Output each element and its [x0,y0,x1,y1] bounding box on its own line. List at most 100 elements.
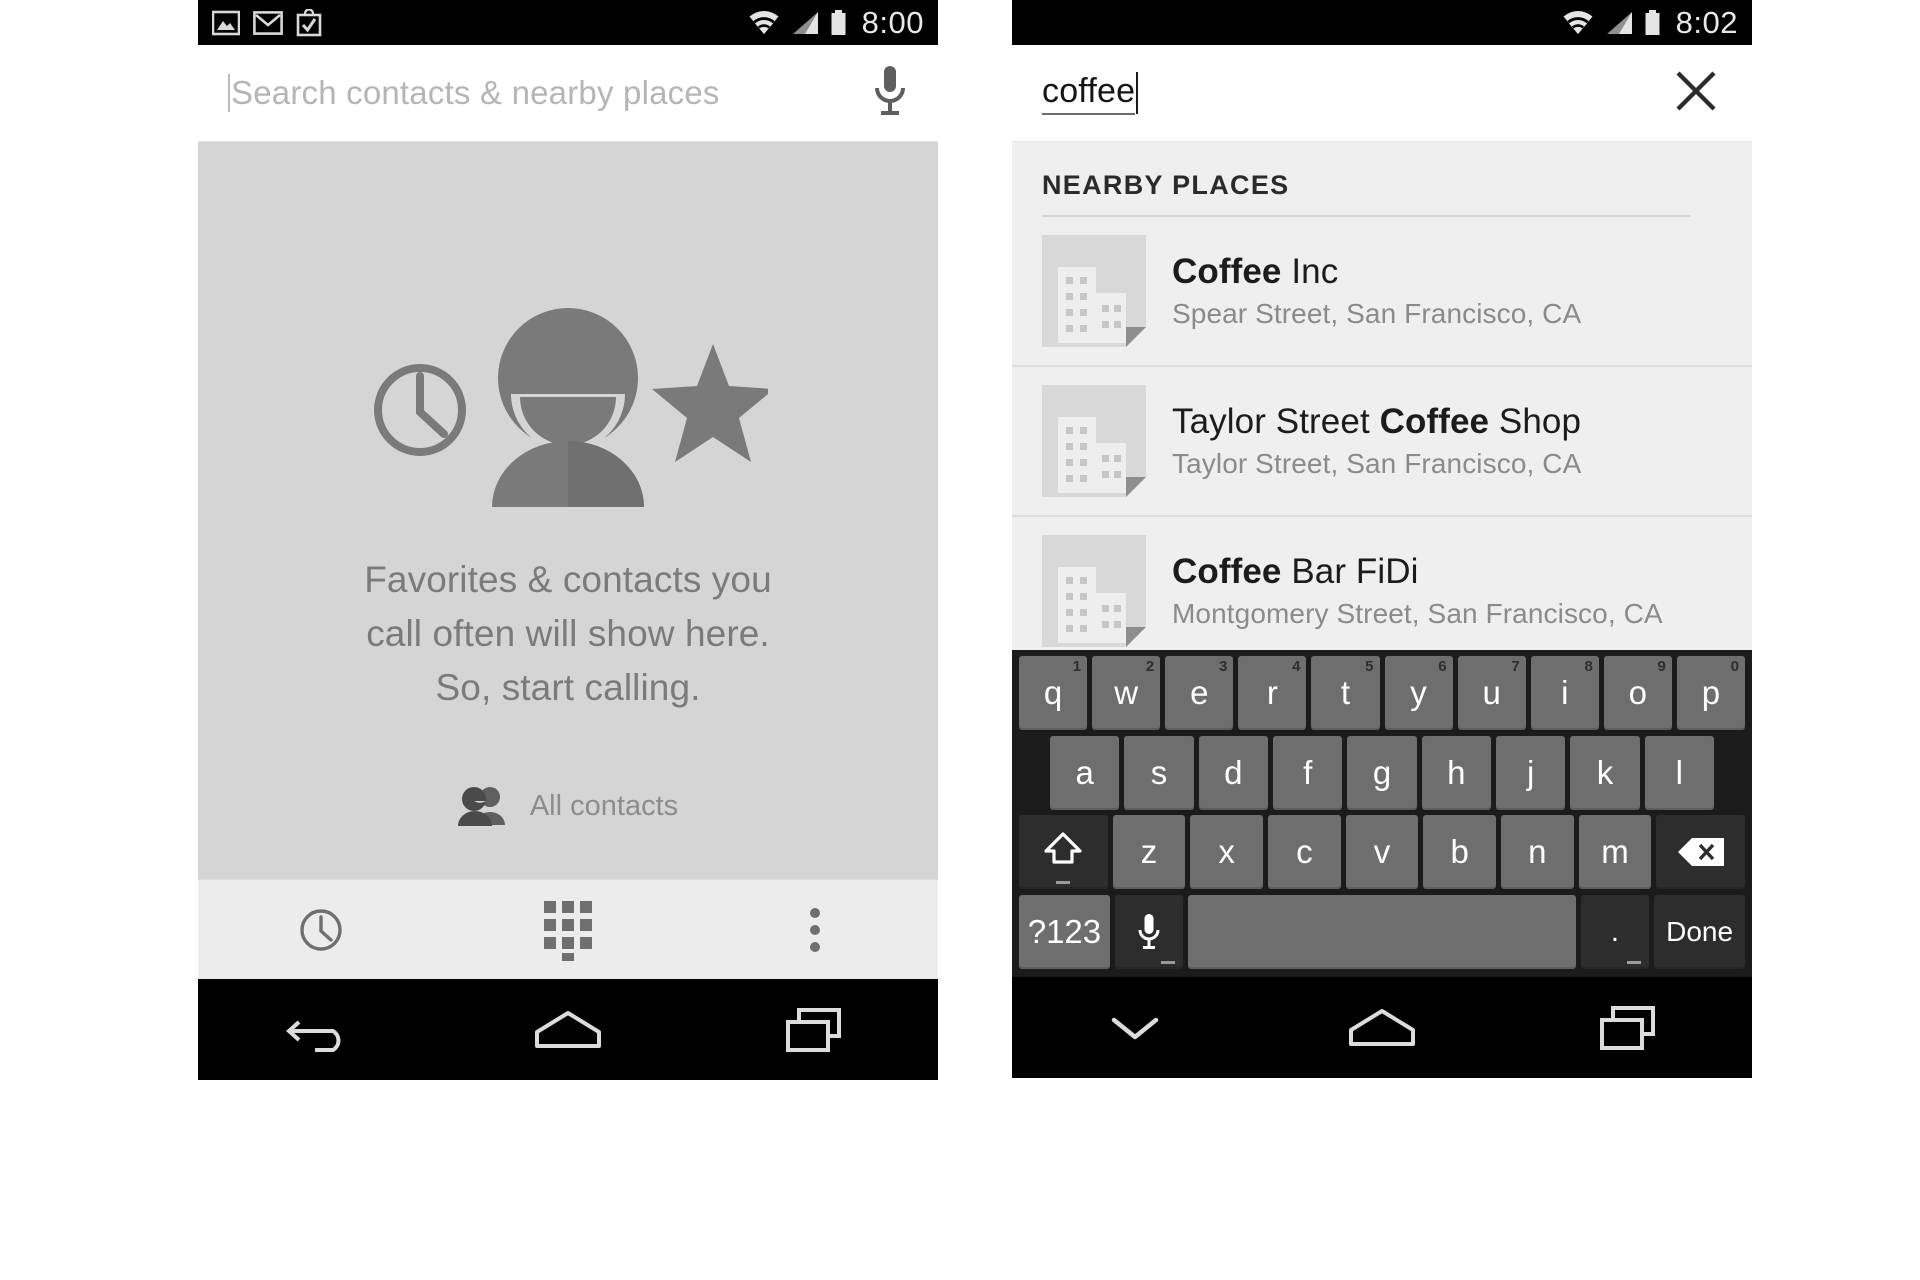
key-r[interactable]: 4r [1238,656,1307,730]
more-vertical-icon [809,907,820,952]
clock-icon [374,364,466,456]
cell-signal-icon [1606,11,1632,34]
key-t[interactable]: 5t [1311,656,1380,730]
key-w-label: w [1114,674,1139,711]
key-h-label: h [1447,753,1466,791]
empty-state-illustration [368,302,774,517]
key-l-label: l [1675,753,1683,791]
recents-button[interactable] [1505,977,1752,1078]
recents-tab[interactable] [198,880,445,979]
place-address: Spear Street, San Francisco, CA [1172,298,1582,329]
key-n[interactable]: n [1501,815,1574,890]
key-a-label: a [1075,753,1094,791]
nearby-places-results: NEARBY PLACES Coffee Inc Spear Street, S… [1012,142,1752,665]
key-i[interactable]: 8i [1530,656,1599,730]
key-r-label: r [1266,674,1278,711]
building-thumbnail-icon [1042,235,1146,347]
empty-state-line-1: Favorites & contacts you [364,559,772,600]
close-x-icon [1676,70,1716,111]
android-nav-bar-left [198,979,938,1080]
screenshot-canvas: 8:00 Search contacts & nearby places Fav… [0,0,1920,1280]
key-d[interactable]: d [1198,735,1268,810]
done-key[interactable]: Done [1654,894,1745,969]
status-bar-clock: 8:02 [1675,4,1738,40]
key-o-label: o [1628,674,1647,711]
on-screen-keyboard: 1q 2w 3e 4r 5t 6y 7u 8i 9o 0p a s d f g … [1012,650,1752,977]
key-a[interactable]: a [1050,735,1120,810]
key-v[interactable]: v [1345,815,1419,890]
hide-keyboard-button[interactable] [1012,977,1259,1078]
bottom-tab-bar [198,879,938,979]
status-bar-left: 8:00 [198,0,938,45]
key-k-label: k [1596,753,1614,791]
shift-key[interactable] [1019,815,1108,890]
back-arrow-icon [286,1020,341,1052]
key-j[interactable]: j [1495,735,1566,810]
overflow-menu-button[interactable] [691,880,938,979]
microphone-icon [875,65,905,115]
battery-icon [1645,9,1660,35]
search-input[interactable]: coffee [1042,72,1136,115]
symbols-key-label: ?123 [1027,912,1102,950]
key-s[interactable]: s [1124,735,1194,810]
key-s-label: s [1150,753,1168,791]
key-p[interactable]: 0p [1676,656,1745,730]
place-name: Coffee Inc [1172,252,1581,292]
list-item[interactable]: Coffee Bar FiDi Montgomery Street, San F… [1012,517,1752,665]
key-m[interactable]: m [1578,815,1652,890]
place-name-suffix: Inc [1281,252,1339,291]
place-name: Coffee Bar FiDi [1172,552,1663,592]
key-v-label: v [1373,833,1391,871]
key-h[interactable]: h [1421,735,1491,810]
list-item[interactable]: Coffee Inc Spear Street, San Francisco, … [1012,217,1752,367]
symbols-key[interactable]: ?123 [1019,894,1110,969]
all-contacts-button[interactable]: All contacts [198,785,938,827]
key-b[interactable]: b [1423,815,1497,890]
key-l[interactable]: l [1644,735,1714,810]
search-input[interactable]: Search contacts & nearby places [231,74,720,112]
key-t-label: t [1340,674,1351,711]
key-g[interactable]: g [1347,735,1417,810]
key-e[interactable]: 3e [1165,656,1234,730]
dialpad-tab[interactable] [445,880,692,979]
search-bar-left[interactable]: Search contacts & nearby places [198,45,938,142]
period-key[interactable]: . [1580,894,1650,969]
place-address: Taylor Street, San Francisco, CA [1172,448,1582,479]
key-z[interactable]: z [1112,815,1186,890]
gmail-icon [253,10,283,35]
status-bar-system-icons-right: 8:02 [1561,5,1738,41]
key-t-number: 5 [1365,658,1374,675]
clear-search-button[interactable] [1670,65,1722,122]
voice-input-key[interactable] [1114,894,1184,969]
key-c[interactable]: c [1268,815,1341,890]
key-k[interactable]: k [1570,735,1640,810]
place-name-match: Coffee [1172,252,1282,291]
search-bar-right[interactable]: coffee [1012,45,1752,142]
back-button[interactable] [198,979,445,1080]
status-bar-system-icons: 8:00 [747,5,924,41]
key-w[interactable]: 2w [1092,656,1161,730]
place-name-match: Coffee [1379,402,1490,441]
space-key[interactable] [1188,894,1576,969]
key-u[interactable]: 7u [1457,656,1526,730]
key-q-number: 1 [1072,658,1082,675]
results-section-header: NEARBY PLACES [1042,170,1290,200]
clock-icon [300,908,343,951]
home-button[interactable] [1259,977,1506,1078]
key-f[interactable]: f [1273,735,1343,810]
key-o[interactable]: 9o [1603,656,1672,730]
home-button[interactable] [445,979,692,1080]
backspace-key[interactable] [1656,815,1746,890]
key-q[interactable]: 1q [1019,656,1088,730]
key-u-number: 7 [1511,658,1520,675]
search-query-wrap[interactable]: coffee [1042,71,1139,115]
key-y[interactable]: 6y [1384,656,1453,730]
recents-button[interactable] [691,979,938,1080]
key-x[interactable]: x [1190,815,1263,890]
place-name-match: Coffee [1172,552,1282,591]
list-item[interactable]: Taylor Street Coffee Shop Taylor Street,… [1012,367,1752,517]
key-m-label: m [1601,833,1629,871]
place-name-suffix: Bar FiDi [1281,552,1419,591]
phone-screen-left: 8:00 Search contacts & nearby places Fav… [198,0,938,1280]
voice-search-button[interactable] [870,64,910,123]
